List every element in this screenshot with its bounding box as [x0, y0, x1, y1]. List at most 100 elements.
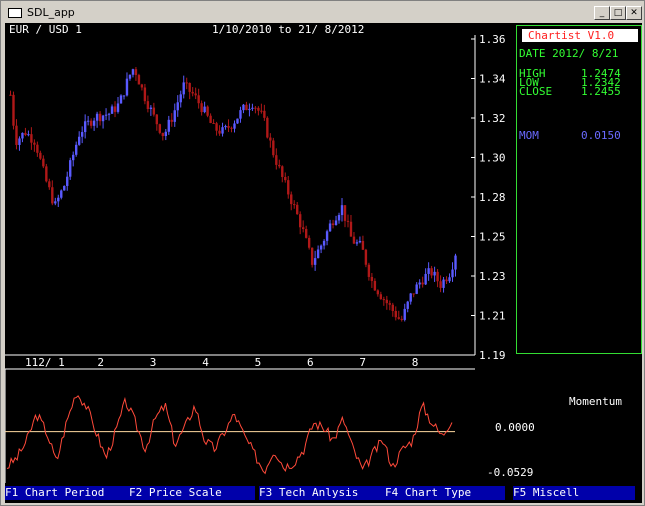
- candle-body: [349, 221, 353, 237]
- candle-body: [176, 102, 179, 111]
- candle-body: [113, 106, 117, 112]
- candle-body: [427, 268, 430, 274]
- candle-body: [448, 277, 451, 282]
- candle-body: [403, 308, 406, 320]
- price-tick-label: 1.34: [479, 73, 506, 86]
- candle-body: [63, 185, 66, 191]
- candle-body: [245, 104, 248, 111]
- candle-body: [92, 120, 96, 126]
- candle-body: [445, 279, 448, 282]
- candle-body: [57, 197, 60, 202]
- chart-area: EUR / USD 1 1/10/2010 to 21/ 8/2012 1.36…: [5, 23, 642, 503]
- candle-body: [60, 190, 63, 198]
- candle-body: [299, 214, 302, 228]
- candle-body: [230, 127, 233, 129]
- candle-body: [155, 114, 159, 125]
- candle-body: [239, 110, 242, 119]
- momentum-min-label: -0.0529: [487, 466, 533, 479]
- candle-body: [203, 106, 206, 113]
- time-tick-label: 7: [359, 356, 366, 369]
- price-tick-label: 1.28: [479, 191, 506, 204]
- f3-tech-analysis[interactable]: F3 Tech Anlysis: [259, 486, 385, 500]
- f2-price-scale[interactable]: F2 Price Scale: [129, 486, 255, 500]
- candle-body: [260, 110, 263, 112]
- candle-body: [104, 114, 108, 116]
- candle-body: [146, 101, 150, 110]
- candle-body: [328, 223, 332, 232]
- candle-body: [412, 293, 415, 295]
- time-tick-label: 4: [202, 356, 209, 369]
- candle-body: [373, 280, 377, 291]
- candle-body: [439, 281, 442, 288]
- candle-body: [325, 231, 329, 241]
- candle-body: [48, 181, 51, 188]
- candle-body: [188, 82, 191, 92]
- candle-body: [278, 164, 281, 167]
- maximize-button[interactable]: □: [610, 6, 626, 20]
- close-button[interactable]: ✕: [626, 6, 642, 20]
- candle-body: [376, 290, 380, 295]
- price-tick-label: 1.25: [479, 231, 506, 244]
- candle-body: [319, 245, 323, 250]
- candle-body: [149, 107, 153, 110]
- f4-chart-type[interactable]: F4 Chart Type: [385, 486, 505, 500]
- candlestick-series: [9, 66, 457, 322]
- candle-body: [310, 247, 314, 265]
- candle-body: [269, 137, 272, 141]
- f4-label: F4 Chart Type: [385, 486, 472, 499]
- momentum-zero-label: 0.0000: [495, 421, 535, 434]
- window-icon: [8, 8, 22, 18]
- candle-body: [361, 240, 365, 250]
- time-tick-label: 112/ 1: [25, 356, 65, 369]
- candle-body: [134, 69, 138, 76]
- candle-body: [275, 155, 278, 165]
- candle-body: [388, 303, 391, 305]
- candle-body: [251, 107, 254, 109]
- candle-body: [212, 122, 215, 124]
- candle-body: [233, 123, 236, 129]
- candle-body: [287, 180, 290, 195]
- candle-body: [364, 249, 368, 265]
- candle-body: [415, 284, 418, 294]
- candle-body: [346, 220, 350, 222]
- candle-body: [343, 205, 347, 221]
- candle-body: [218, 130, 221, 134]
- candle-body: [182, 82, 185, 95]
- time-axis-ticks: 112/ 1 2 3 4 5 6 7 8: [25, 356, 418, 369]
- f2-label: F2 Price Scale: [129, 486, 222, 499]
- candle-body: [107, 113, 111, 115]
- info-panel: Chartist V1.0 DATE 2012/ 8/21 HIGH 1.247…: [516, 25, 642, 354]
- candle-body: [66, 176, 69, 186]
- momentum-line: [6, 395, 453, 475]
- price-tick-label: 1.23: [479, 270, 506, 283]
- minimize-button[interactable]: _: [594, 6, 610, 20]
- candle-body: [200, 103, 203, 113]
- candle-body: [179, 94, 182, 103]
- candle-body: [436, 271, 439, 282]
- candle-body: [36, 144, 39, 153]
- candle-body: [215, 123, 218, 131]
- time-tick-label: 2: [97, 356, 104, 369]
- candle-body: [164, 131, 167, 137]
- price-tick-label: 1.30: [479, 152, 506, 165]
- candle-body: [236, 118, 239, 124]
- candle-body: [125, 78, 129, 96]
- candle-body: [424, 273, 427, 285]
- mom-value: 0.0150: [581, 129, 621, 142]
- candle-body: [281, 166, 284, 177]
- f5-miscell[interactable]: F5 Miscell: [513, 486, 635, 500]
- candle-body: [331, 223, 335, 225]
- f1-label: F1 Chart Period: [5, 486, 105, 499]
- price-tick-label: 1.32: [479, 112, 506, 125]
- candle-body: [248, 108, 251, 111]
- candle-body: [143, 87, 147, 102]
- candle-body: [394, 310, 397, 318]
- mom-label: MOM: [519, 129, 539, 142]
- app-name-label: Chartist V1.0: [528, 29, 614, 42]
- candle-body: [385, 299, 389, 304]
- candle-body: [370, 276, 374, 281]
- candle-body: [131, 69, 135, 75]
- chart-range-label: 1/10/2010 to 21/ 8/2012: [212, 23, 364, 36]
- price-axis-ticks: 1.36 1.34 1.32 1.30 1.28 1.25 1.23 1.21 1.19: [471, 33, 506, 362]
- title-bar[interactable]: SDL_app _ □ ✕: [3, 3, 642, 23]
